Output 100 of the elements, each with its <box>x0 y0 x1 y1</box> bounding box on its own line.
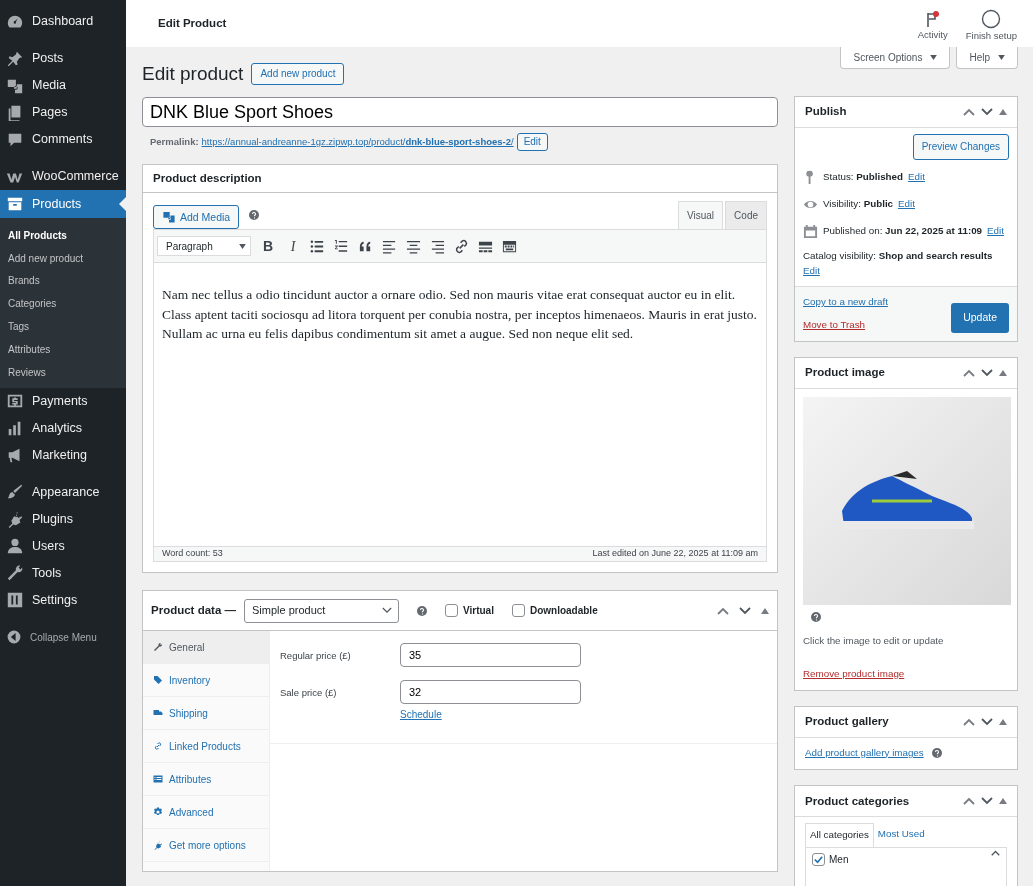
numbered-list-icon[interactable] <box>334 238 349 254</box>
image-hint-text: Click the image to edit or update <box>802 634 945 649</box>
screen-tab[interactable]: Help <box>956 47 1018 69</box>
sidebar-item[interactable]: Tools <box>0 559 126 587</box>
chevron-up-icon[interactable] <box>963 797 975 806</box>
help-icon[interactable] <box>249 210 260 220</box>
price-field[interactable]: 32 <box>400 680 581 704</box>
help-icon[interactable] <box>811 612 821 623</box>
publish-info: Status: Published <box>823 170 904 185</box>
pin-icon <box>6 49 24 68</box>
submenu-item[interactable]: Attributes <box>0 338 126 361</box>
preview-button[interactable]: Preview Changes <box>912 134 1009 160</box>
editor-tab[interactable]: Visual <box>678 201 724 229</box>
publish-info: Visibility: Public <box>823 197 894 212</box>
edit-button[interactable]: Edit <box>516 133 548 151</box>
product-data-tab[interactable]: Advanced <box>143 796 269 829</box>
chevron-down-icon[interactable] <box>981 368 993 377</box>
chevron-down-icon[interactable] <box>981 717 993 726</box>
copy-draft-link[interactable]: Copy to a new draft <box>803 295 888 311</box>
format-button[interactable]: I <box>285 235 301 257</box>
scroll-up-icon[interactable] <box>991 850 1000 856</box>
update-button[interactable]: Update <box>951 303 1009 333</box>
sidebar-item[interactable]: Payments <box>0 387 126 415</box>
edit-link[interactable]: Edit <box>898 197 915 212</box>
sidebar-item[interactable]: Analytics <box>0 414 126 442</box>
toolbar-action[interactable]: Activity <box>917 10 948 43</box>
screen-tab[interactable]: Screen Options <box>840 47 951 69</box>
publish-info: Published on: Jun 22, 2025 at 11:09 <box>823 224 983 239</box>
sidebar-item[interactable]: Marketing <box>0 441 126 469</box>
product-data-tab[interactable]: Attributes <box>143 763 269 796</box>
sidebar-item[interactable]: Pages <box>0 99 126 126</box>
product-data-tab[interactable]: Shipping <box>143 697 269 730</box>
wrench-icon <box>153 642 163 652</box>
submenu-item[interactable]: All Products <box>0 224 126 247</box>
sidebar-item[interactable]: Comments <box>0 126 126 153</box>
align-center-icon[interactable] <box>406 238 421 254</box>
checkbox-option[interactable]: Downloadable <box>511 603 598 618</box>
chevron-down-icon[interactable] <box>739 606 751 615</box>
title-field[interactable]: DNK Blue Sport Shoes <box>142 97 778 127</box>
trash-link[interactable]: Move to Trash <box>803 318 888 333</box>
editor-tab[interactable]: Code <box>725 201 767 229</box>
format-select[interactable]: Paragraph <box>157 236 251 256</box>
product-data-tab[interactable]: General <box>143 631 269 664</box>
collapse-menu-button[interactable]: Collapse Menu <box>0 623 126 651</box>
box-title: Product gallery <box>805 714 890 729</box>
chevron-up-icon[interactable] <box>963 108 975 116</box>
sidebar-item[interactable]: WooCommerce <box>0 163 126 190</box>
schedule-link[interactable]: Schedule <box>400 707 581 722</box>
sidebar-item[interactable]: Plugins <box>0 505 126 533</box>
editor-content[interactable]: Nam nec tellus a odio tincidunt auctor a ornare odio. Sed non mauris vitae erat consequat auctor eu in elit. Class aptent taciti sociosqu ad litora torquent per conubia nostra, per inceptos himenaeos. Mauris in erat justo. Nullam ac urna eu felis dapibus condimentum sit amet a augue. Sed non neque elit sed. <box>154 263 766 546</box>
align-right-icon[interactable] <box>430 238 445 254</box>
edit-link[interactable]: Edit <box>987 224 1004 239</box>
add-gallery-link[interactable]: Add product gallery images <box>805 745 924 761</box>
product-data-tab[interactable]: Inventory <box>143 664 269 697</box>
submenu-item[interactable]: Add new product <box>0 246 126 270</box>
submenu-item[interactable]: Tags <box>0 315 126 338</box>
triangle-icon[interactable] <box>761 607 769 614</box>
keyboard-icon[interactable] <box>502 238 517 254</box>
chevron-up-icon[interactable] <box>963 717 975 726</box>
add-new-button[interactable]: Add new product <box>251 63 345 85</box>
sidebar-item[interactable]: Products <box>0 190 126 218</box>
photo-placeholder[interactable] <box>803 396 1011 605</box>
product-data-tab[interactable]: Linked Products <box>143 730 269 763</box>
price-field[interactable]: 35 <box>400 643 581 667</box>
help-icon[interactable] <box>931 747 942 758</box>
triangle-icon[interactable] <box>999 798 1007 805</box>
align-left-icon[interactable] <box>382 238 397 254</box>
toolbar-action[interactable]: Finish setup <box>965 9 1017 44</box>
edit-link[interactable]: Edit <box>803 264 820 276</box>
sidebar-item[interactable]: Settings <box>0 586 126 614</box>
triangle-icon[interactable] <box>999 109 1007 115</box>
product-type-select[interactable]: Simple product <box>244 598 399 623</box>
sidebar-item[interactable]: Users <box>0 532 126 560</box>
submenu-item[interactable]: Reviews <box>0 360 126 384</box>
sidebar-item[interactable]: Posts <box>0 45 126 72</box>
permalink-link[interactable]: https://annual-andreanne-1gz.zipwp.top/product/dnk-blue-sport-shoes-2/ <box>201 134 514 150</box>
sidebar-item[interactable]: Dashboard <box>0 8 126 35</box>
category-tab[interactable]: All categories <box>805 823 874 847</box>
submenu-item[interactable]: Brands <box>0 269 126 293</box>
link-icon[interactable] <box>454 238 469 254</box>
category-tab[interactable]: Most Used <box>873 823 929 847</box>
triangle-icon[interactable] <box>999 369 1007 376</box>
box-title: Product description <box>153 170 263 186</box>
triangle-icon[interactable] <box>999 718 1007 725</box>
catalog-visibility-text: Catalog visibility: Shop and search results <box>803 249 994 263</box>
submenu-item[interactable]: Categories <box>0 292 126 316</box>
remove-image-link[interactable]: Remove product image <box>803 666 905 682</box>
edit-link[interactable]: Edit <box>908 170 925 185</box>
chevron-up-icon[interactable] <box>963 368 975 377</box>
chevron-down-icon[interactable] <box>981 108 993 116</box>
checkbox-option[interactable]: Virtual <box>445 603 494 618</box>
sidebar-item[interactable]: Media <box>0 72 126 99</box>
add-media-button[interactable]: Add Media <box>153 205 240 229</box>
chevron-down-icon[interactable] <box>981 797 993 806</box>
product-data-tab[interactable]: Get more options <box>143 829 269 862</box>
format-button[interactable]: B <box>260 235 276 257</box>
bullet-list-icon[interactable] <box>310 238 325 254</box>
sidebar-item[interactable]: Appearance <box>0 478 126 506</box>
help-icon[interactable] <box>417 605 427 616</box>
chevron-up-icon[interactable] <box>717 606 729 615</box>
